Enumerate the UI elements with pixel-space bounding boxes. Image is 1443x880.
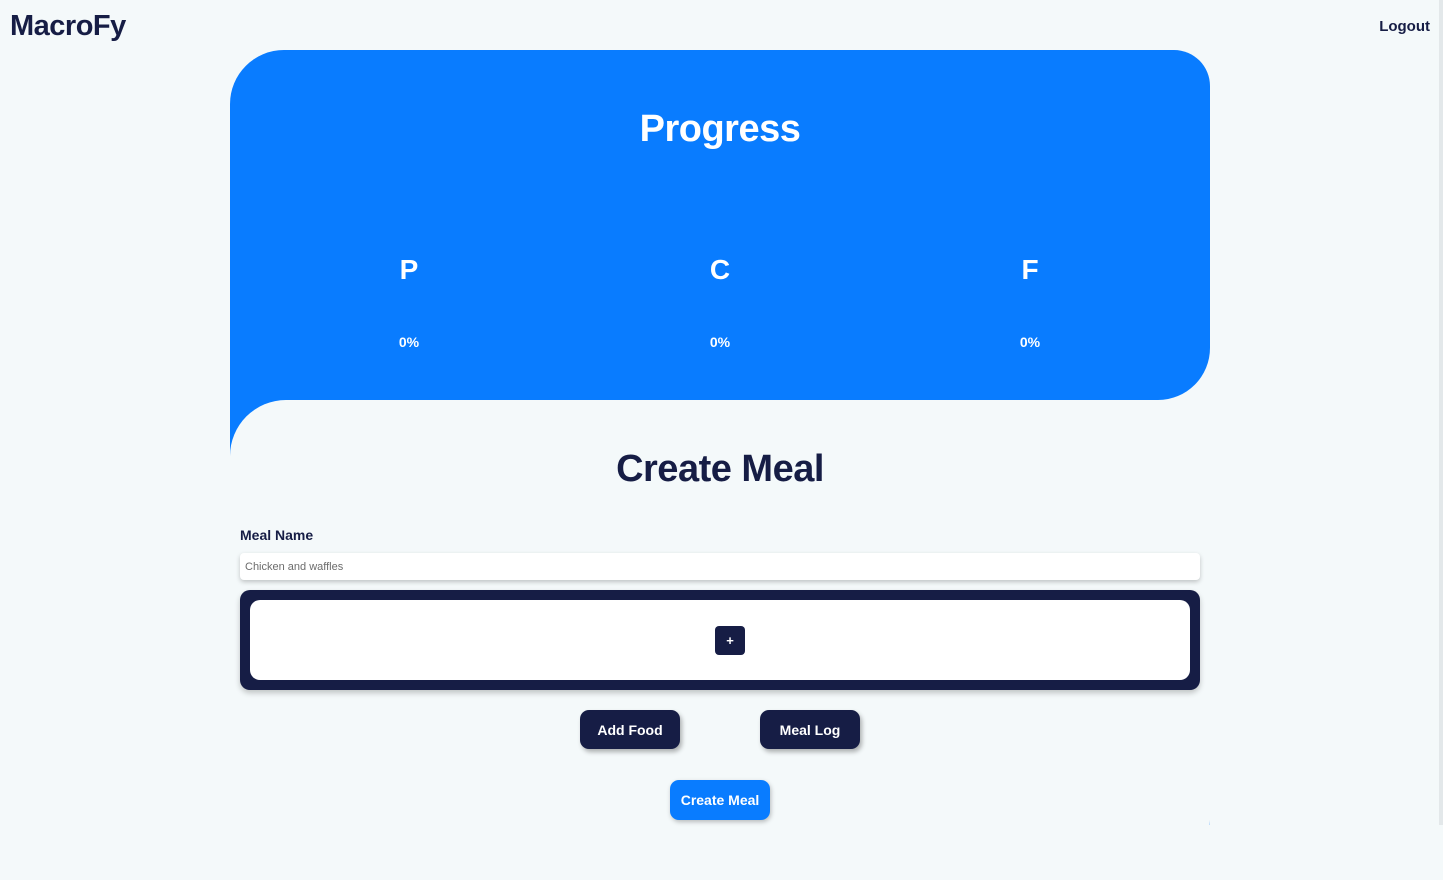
logout-link[interactable]: Logout (1379, 18, 1430, 35)
add-item-button[interactable]: + (715, 626, 745, 655)
meal-name-input[interactable] (240, 553, 1200, 580)
macro-carbs: C 0% (670, 254, 770, 350)
macro-carbs-value: 0% (709, 334, 731, 350)
app-logo: MacroFy (10, 10, 126, 42)
macro-fat: F 0% (980, 254, 1080, 350)
macro-protein-value: 0% (398, 334, 420, 350)
meal-log-button[interactable]: Meal Log (760, 710, 860, 749)
create-meal-title: Create Meal (616, 448, 824, 490)
progress-title: Progress (639, 108, 801, 150)
food-items-container: + (240, 590, 1200, 690)
food-items-list: + (250, 600, 1190, 680)
add-food-button[interactable]: Add Food (580, 710, 680, 749)
macro-protein-letter: P (399, 254, 419, 285)
meal-name-label: Meal Name (240, 527, 314, 543)
macro-fat-letter: F (1021, 254, 1039, 285)
macro-carbs-letter: C (709, 254, 731, 285)
page-scrollbar[interactable] (1439, 0, 1443, 825)
create-meal-card: Create Meal Meal Name + Add Food Meal Lo… (230, 400, 1210, 880)
macro-fat-value: 0% (1019, 334, 1041, 350)
progress-panel: Progress P 0% C 0% F 0% (230, 50, 1210, 400)
create-meal-button[interactable]: Create Meal (670, 780, 770, 820)
macro-protein: P 0% (359, 254, 459, 350)
